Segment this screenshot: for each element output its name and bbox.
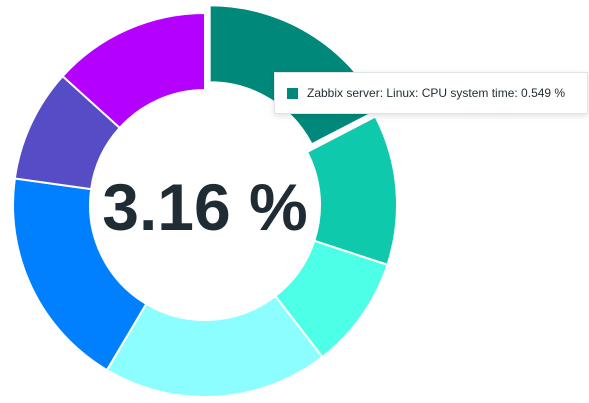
tooltip-text: Zabbix server: Linux: CPU system time: 0… bbox=[307, 86, 566, 100]
donut-chart: 3.16 % bbox=[12, 4, 398, 398]
center-value: 3.16 % bbox=[102, 170, 307, 244]
tooltip: Zabbix server: Linux: CPU system time: 0… bbox=[274, 72, 588, 114]
tooltip-swatch bbox=[287, 87, 298, 99]
